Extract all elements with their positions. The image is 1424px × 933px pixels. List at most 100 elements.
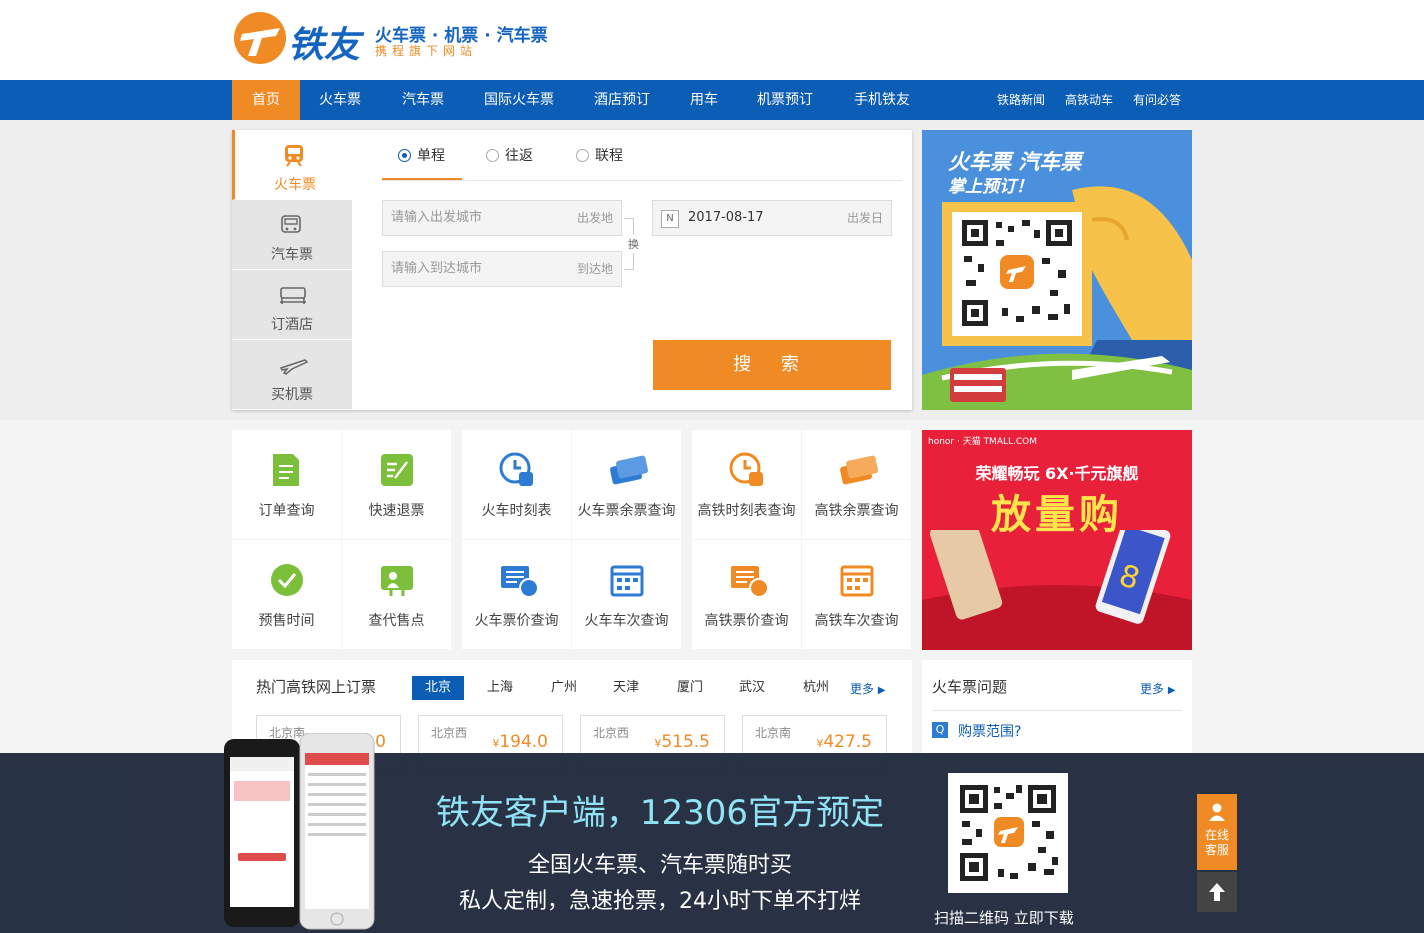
- faq-more-label: 更多: [1140, 682, 1165, 696]
- logo-sub: 携程旗下网站: [375, 44, 478, 58]
- search-button[interactable]: 搜 索: [653, 340, 891, 390]
- service-train-timetable[interactable]: 火车时刻表: [462, 430, 571, 539]
- service-hsr-timetable[interactable]: 高铁时刻表查询: [692, 430, 801, 539]
- nav-train[interactable]: 火车票: [304, 80, 376, 120]
- plane-icon: [279, 359, 308, 375]
- question-icon: Q: [932, 722, 948, 738]
- trip-return-radio[interactable]: 往返: [486, 142, 533, 180]
- from-tag: 出发地: [576, 211, 613, 225]
- service-hsr-remaining[interactable]: 高铁余票查询: [802, 430, 911, 539]
- faq-question-1[interactable]: 购票范围?: [958, 721, 1021, 741]
- date-value: 2017-08-17: [688, 210, 764, 225]
- nav-mobile[interactable]: 手机铁友: [844, 80, 920, 120]
- search-category-tabs: 火车票 汽车票 订酒店 买机票: [232, 130, 352, 410]
- faq-title: 火车票问题: [932, 678, 1008, 696]
- faq-divider: [932, 710, 1182, 711]
- arrow-up-icon: [1209, 883, 1225, 901]
- tab-train-label: 火车票: [274, 177, 316, 193]
- tab-train[interactable]: 火车票: [232, 130, 352, 200]
- city-tab-tianjin[interactable]: 天津: [602, 676, 650, 700]
- trip-oneway-radio[interactable]: 单程: [382, 142, 462, 180]
- hot-title: 热门高铁网上订票: [256, 678, 377, 696]
- service-hsr-price[interactable]: 高铁票价查询: [692, 540, 801, 649]
- service-label: 火车车次查询: [584, 613, 669, 629]
- trip-oneway-label: 单程: [417, 148, 445, 164]
- bus-icon: [281, 215, 301, 233]
- nav-hotel[interactable]: 酒店预订: [584, 80, 660, 120]
- nav-faq[interactable]: 有问必答: [1126, 80, 1188, 120]
- service-label: 快速退票: [368, 503, 425, 519]
- online-service-button[interactable]: 在线 客服: [1197, 794, 1237, 870]
- service-label: 火车票价查询: [474, 613, 559, 629]
- site-logo[interactable]: 铁友 火车票 · 机票 · 汽车票 携程旗下网站: [232, 8, 562, 68]
- tab-bus[interactable]: 汽车票: [232, 200, 352, 270]
- site-header: 铁友 火车票 · 机票 · 汽车票 携程旗下网站: [0, 0, 1424, 80]
- service-label: 火车时刻表: [481, 503, 552, 519]
- train-icon: [285, 145, 303, 167]
- nav-flight[interactable]: 机票预订: [748, 80, 822, 120]
- service-presale-time[interactable]: 预售时间: [232, 540, 341, 649]
- to-city-input[interactable]: 请输入到达城市 到达地: [382, 251, 622, 287]
- service-label: 高铁时刻表查询: [697, 503, 796, 519]
- hot-more-link[interactable]: 更多 ▶: [850, 680, 886, 697]
- city-tab-guangzhou[interactable]: 广州: [540, 676, 588, 700]
- service-label: 高铁车次查询: [814, 613, 899, 629]
- to-tag: 到达地: [576, 262, 613, 276]
- service-grid: 订单查询 快速退票 火车时刻表 火车票余票查询 高铁时刻表查询 高铁余票查询 预…: [232, 430, 912, 650]
- app-line1: 全国火车票、汽车票随时买: [527, 853, 792, 878]
- nav-intl-train[interactable]: 国际火车票: [474, 80, 564, 120]
- chevron-right-icon: ▶: [877, 685, 886, 696]
- refund-icon: [381, 454, 413, 486]
- search-panel: 火车票 汽车票 订酒店 买机票 单程 往返 联程 请输入出发城市 出发地 请输入…: [232, 130, 912, 410]
- price-icon: [501, 566, 539, 598]
- phones-illustration: 8: [922, 530, 1192, 650]
- city-tab-beijing[interactable]: 北京: [412, 676, 464, 700]
- date-input[interactable]: N 2017-08-17 出发日: [652, 200, 892, 236]
- city-tab-hangzhou[interactable]: 杭州: [792, 676, 840, 700]
- nav-car[interactable]: 用车: [680, 80, 728, 120]
- swap-button[interactable]: 换: [627, 235, 640, 253]
- service-quick-refund[interactable]: 快速退票: [342, 430, 451, 539]
- faq-more-link[interactable]: 更多 ▶: [1140, 680, 1176, 697]
- order-icon: [273, 454, 299, 486]
- city-tab-xiamen[interactable]: 厦门: [666, 676, 714, 700]
- tab-flight-label: 买机票: [271, 387, 313, 403]
- service-order-query[interactable]: 订单查询: [232, 430, 341, 539]
- tab-hotel-label: 订酒店: [271, 317, 313, 333]
- from-placeholder: 请输入出发城市: [391, 210, 483, 225]
- back-to-top-button[interactable]: [1197, 872, 1237, 912]
- app-headline: 铁友客户端，12306官方预定: [435, 793, 885, 833]
- hsr-calendar-icon: [840, 565, 874, 597]
- app-line2: 私人定制，急速抢票，24小时下单不打烊: [459, 889, 861, 914]
- hsr-price-icon: [731, 566, 769, 598]
- qr-promo-banner[interactable]: 火车票 汽车票 掌上预订！: [922, 130, 1192, 410]
- price-card-price: ¥194.0: [492, 732, 548, 752]
- tab-flight[interactable]: 买机票: [232, 340, 352, 410]
- service-train-number[interactable]: 火车车次查询: [572, 540, 681, 649]
- price-card-from: 北京西: [431, 726, 468, 740]
- from-city-input[interactable]: 请输入出发城市 出发地: [382, 200, 622, 236]
- service-train-price[interactable]: 火车票价查询: [462, 540, 571, 649]
- trip-multi-label: 联程: [595, 148, 623, 164]
- service-train-remaining[interactable]: 火车票余票查询: [572, 430, 681, 539]
- honor-ad-banner[interactable]: honor · 天猫 TMALL.COM 荣耀畅玩 6X·千元旗舰 放量购 8: [922, 430, 1192, 650]
- main-nav: 首页 火车票 汽车票 国际火车票 酒店预订 用车 机票预订 手机铁友 铁路新闻 …: [0, 80, 1424, 120]
- nav-bus[interactable]: 汽车票: [388, 80, 458, 120]
- tab-bus-label: 汽车票: [271, 247, 313, 263]
- phones-mockup-illustration: [224, 733, 375, 930]
- trip-multi-radio[interactable]: 联程: [576, 142, 623, 180]
- nav-rail-news[interactable]: 铁路新闻: [990, 80, 1052, 120]
- nav-hsr[interactable]: 高铁动车: [1058, 80, 1120, 120]
- tab-hotel[interactable]: 订酒店: [232, 270, 352, 340]
- price-value: 194.0: [499, 732, 548, 752]
- service-label: 查代售点: [368, 613, 425, 629]
- nav-home[interactable]: 首页: [232, 80, 300, 120]
- service-label: 火车票余票查询: [577, 503, 676, 519]
- tab-divider: [382, 180, 902, 181]
- city-tab-wuhan[interactable]: 武汉: [728, 676, 776, 700]
- download-qr-code[interactable]: [948, 773, 1068, 893]
- service-hsr-number[interactable]: 高铁车次查询: [802, 540, 911, 649]
- city-tab-shanghai[interactable]: 上海: [476, 676, 524, 700]
- service-agent-points[interactable]: 查代售点: [342, 540, 451, 649]
- check-icon: [271, 564, 303, 596]
